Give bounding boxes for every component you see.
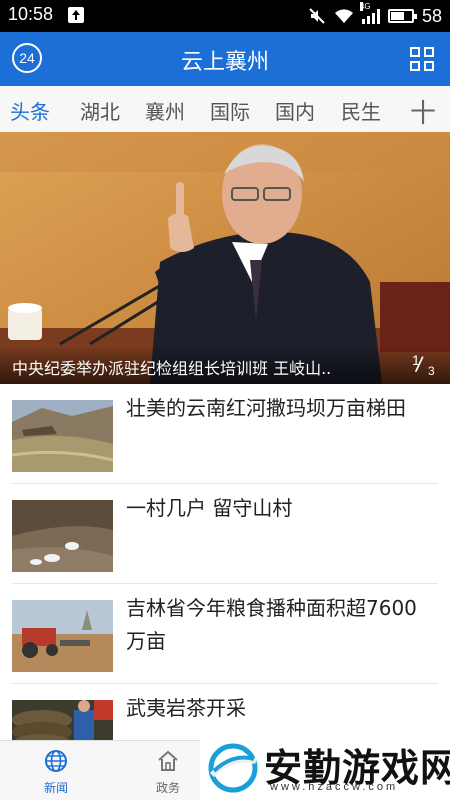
tab-domestic[interactable]: 国内 bbox=[275, 96, 315, 125]
battery-icon bbox=[387, 9, 417, 23]
news-thumbnail bbox=[12, 600, 113, 672]
hero-page-total: 3 bbox=[428, 364, 435, 378]
news-title: 壮美的云南红河撒玛坝万亩梯田 bbox=[126, 396, 406, 420]
hero-page-indicator: 1 / 3 bbox=[412, 351, 435, 378]
add-channel-button[interactable]: 十 bbox=[410, 93, 436, 130]
tab-hubei[interactable]: 湖北 bbox=[80, 96, 120, 125]
site-watermark: 安勤游戏网 www.hzaccw.com bbox=[200, 735, 450, 800]
hero-banner[interactable]: 中央纪委举办派驻纪检组组长培训班 王岐山.. 1 / 3 bbox=[0, 132, 450, 384]
home-icon bbox=[158, 750, 178, 771]
news-title: 武夷岩茶开采 bbox=[126, 696, 246, 720]
signal-icon: 4G bbox=[359, 2, 380, 24]
news-item[interactable]: 吉林省今年粮食播种面积超7600万亩 bbox=[0, 584, 450, 684]
news-thumbnail bbox=[12, 500, 113, 572]
upload-notification-icon bbox=[68, 7, 84, 23]
app-title: 云上襄州 bbox=[180, 50, 269, 75]
news-title: 吉林省今年粮食播种面积超7600万亩 bbox=[126, 596, 417, 653]
hero-caption: 中央纪委举办派驻纪检组组长培训班 王岐山.. bbox=[12, 359, 332, 378]
hero-caption-bar: 中央纪委举办派驻纪检组组长培训班 王岐山.. 1 / 3 bbox=[0, 348, 450, 384]
news-title: 一村几户 留守山村 bbox=[126, 496, 293, 520]
battery-level: 58 bbox=[421, 5, 442, 26]
mute-icon bbox=[309, 8, 325, 24]
watermark-url: www.hzaccw.com bbox=[270, 781, 399, 793]
tab-headlines[interactable]: 头条 bbox=[10, 96, 50, 125]
nav-government[interactable]: 政务 bbox=[138, 749, 198, 796]
wifi-icon bbox=[334, 9, 353, 23]
status-bar: 10:58 4G 58 bbox=[0, 0, 450, 32]
tab-international[interactable]: 国际 bbox=[210, 96, 250, 125]
nav-news-label: 新闻 bbox=[43, 781, 68, 795]
nav-news[interactable]: 新闻 bbox=[26, 749, 86, 796]
grid-menu-icon[interactable] bbox=[410, 47, 434, 71]
news-item[interactable]: 一村几户 留守山村 bbox=[0, 484, 450, 584]
nav-government-label: 政务 bbox=[155, 781, 180, 795]
watermark-logo-icon bbox=[208, 743, 258, 793]
status-icons: 4G 58 bbox=[308, 2, 442, 29]
status-time: 10:58 bbox=[8, 4, 54, 24]
news-thumbnail bbox=[12, 400, 113, 472]
network-type: 4G bbox=[359, 2, 371, 11]
tab-livelihood[interactable]: 民生 bbox=[341, 96, 381, 125]
news-item[interactable]: 壮美的云南红河撒玛坝万亩梯田 bbox=[0, 384, 450, 484]
globe-icon bbox=[45, 750, 67, 772]
app-header: 24 云上襄州 bbox=[0, 32, 450, 86]
tab-xiangzhou[interactable]: 襄州 bbox=[145, 96, 185, 125]
category-tabs: 头条 湖北 襄州 国际 国内 民生 十 bbox=[0, 86, 450, 132]
hero-image bbox=[0, 132, 450, 384]
